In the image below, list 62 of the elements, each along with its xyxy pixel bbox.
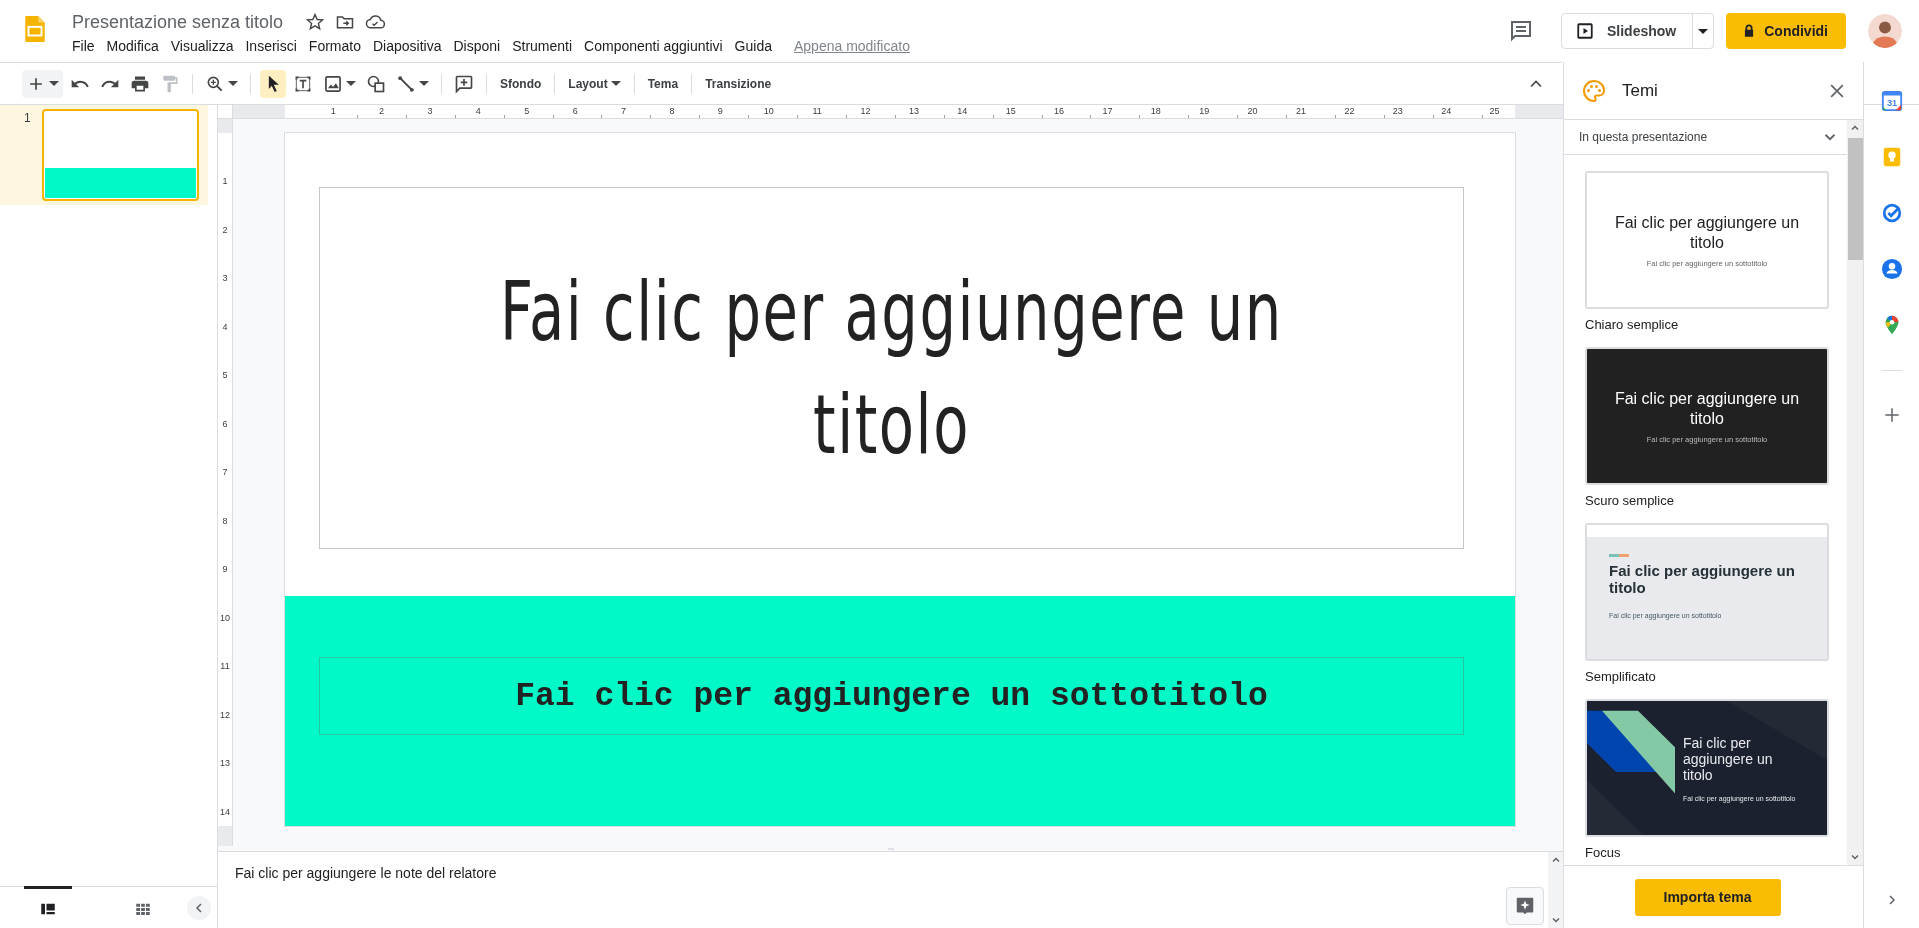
explore-button[interactable]: [1506, 887, 1544, 925]
avatar-icon[interactable]: [1868, 14, 1902, 48]
save-status-link[interactable]: Appena modificato: [793, 38, 910, 54]
caret-icon: [1698, 28, 1709, 34]
star-icon[interactable]: [305, 12, 326, 32]
horizontal-ruler[interactable]: 1 2 3 4 5 6 7 8 9 10 11 12 13 14 15 16 17 18 19 20 21 22 23 24 25: [233, 105, 1563, 118]
toolbar-button[interactable]: Tema: [643, 69, 683, 98]
cloud-check-icon[interactable]: [365, 12, 386, 32]
vertical-ruler[interactable]: 1 2 3 4 5 6 7 8 9 10 11 12 13 14: [218, 119, 233, 846]
slide-number: 1: [23, 110, 32, 125]
panel-title: Temi: [1622, 80, 1659, 101]
caret-icon: [228, 81, 238, 86]
caret-icon: [610, 81, 621, 86]
scrollbar[interactable]: [1847, 120, 1863, 865]
accent-line-icon: [1609, 554, 1629, 557]
caret-icon: [346, 81, 356, 86]
scroll-thumb[interactable]: [1847, 138, 1863, 260]
line-icon: [396, 73, 416, 94]
comments-icon[interactable]: [1509, 19, 1533, 43]
paint-roller-icon: [160, 73, 180, 94]
shapes-icon: [366, 73, 386, 94]
share-button[interactable]: Condividi: [1726, 13, 1846, 49]
preview-title: Fai clic per aggiungere un titolo: [1609, 562, 1796, 596]
calendar-icon[interactable]: 31: [1880, 90, 1903, 112]
menu-item[interactable]: Formato: [302, 36, 367, 56]
import-theme-button[interactable]: Importa tema: [1634, 878, 1781, 916]
menu-item[interactable]: Modifica: [100, 36, 165, 56]
subtitle-placeholder[interactable]: Fai clic per aggiungere un sottotitolo: [319, 657, 1464, 735]
document-title[interactable]: Presentazione senza titolo: [72, 11, 284, 33]
theme-name: Focus: [1585, 844, 1622, 862]
scrollbar[interactable]: [1548, 852, 1563, 928]
preview-title: Fai clic per aggiungere un titolo: [1683, 734, 1774, 783]
add-comment-icon: [454, 73, 474, 94]
menu-item[interactable]: Guida: [728, 36, 778, 56]
menu-item[interactable]: Inserisci: [239, 36, 303, 56]
toolbar-button[interactable]: Layout: [564, 69, 625, 98]
preview-title: Fai clic per aggiungere un titolo: [1613, 388, 1801, 429]
palette-icon: [1582, 78, 1606, 103]
toolbar-button[interactable]: Transizione: [701, 69, 776, 98]
image-icon: [323, 73, 343, 94]
slide-thumbnail[interactable]: [42, 109, 199, 201]
theme-name: Semplificato: [1585, 668, 1657, 686]
caret-icon: [419, 81, 429, 86]
theme-source-dropdown[interactable]: In questa presentazione: [1564, 120, 1847, 155]
check-circle-icon[interactable]: [1880, 202, 1903, 224]
plus-tool-button[interactable]: [22, 69, 63, 98]
title-placeholder[interactable]: Fai clic per aggiungere un titolo: [319, 187, 1464, 549]
menu-item[interactable]: Visualizza: [164, 36, 240, 56]
caret-icon: [49, 81, 59, 86]
menu-item[interactable]: File: [66, 36, 101, 56]
preview-title: Fai clic per aggiungere un titolo: [1613, 212, 1801, 253]
menu-item[interactable]: Disponi: [447, 36, 507, 56]
theme-name: Scuro semplice: [1585, 492, 1675, 510]
theme-name: Chiaro semplice: [1585, 316, 1680, 334]
person-icon[interactable]: [1880, 258, 1903, 280]
pointer-tool-button[interactable]: [260, 69, 286, 98]
toolbar-button[interactable]: Sfondo: [496, 69, 546, 98]
menu-item[interactable]: Strumenti: [506, 36, 579, 56]
sparkle-icon: [1514, 895, 1536, 917]
play-icon: [1576, 22, 1594, 40]
menu-item[interactable]: Componenti aggiuntivi: [578, 36, 729, 56]
menu-item[interactable]: Diapositiva: [366, 36, 448, 56]
